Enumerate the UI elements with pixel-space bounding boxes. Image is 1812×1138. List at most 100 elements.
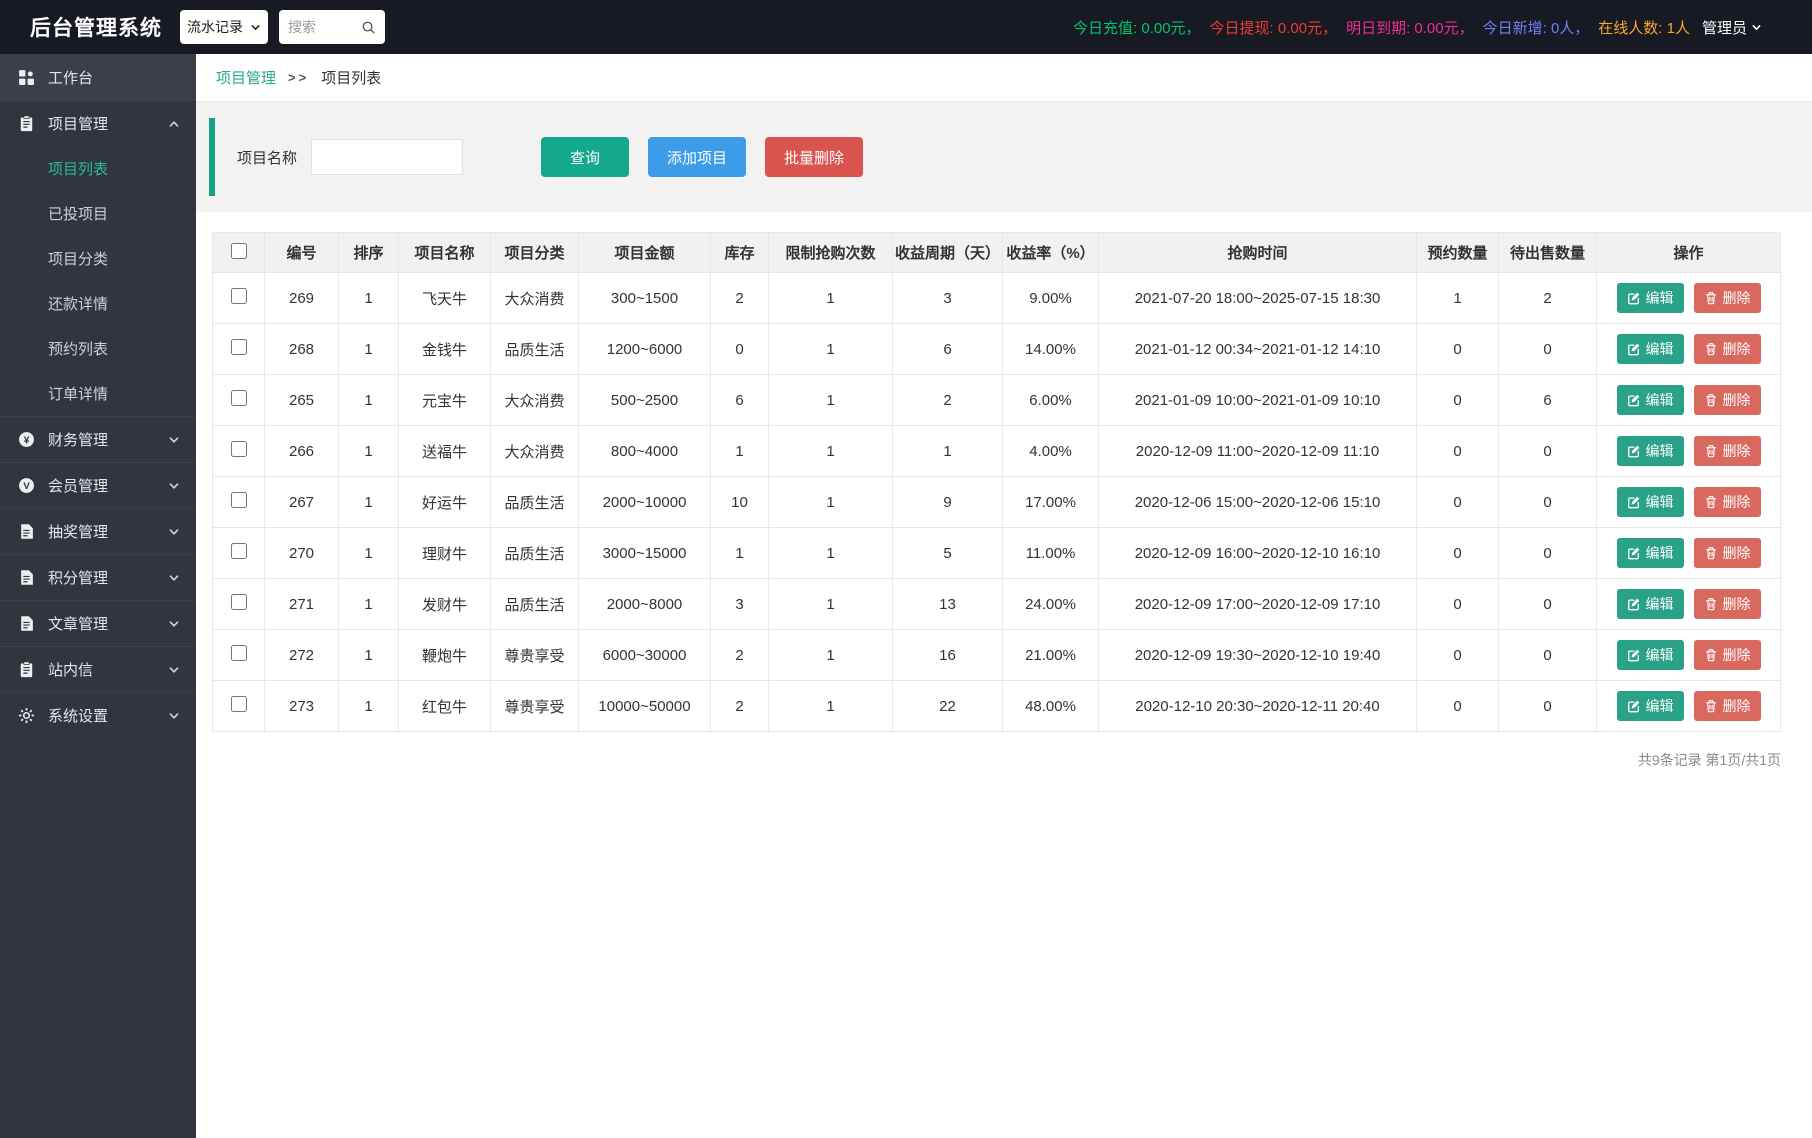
table-row: 2731红包牛尊贵享受10000~50000212248.00%2020-12-…	[213, 681, 1781, 732]
breadcrumb-section[interactable]: 项目管理	[216, 67, 276, 88]
delete-button[interactable]: 删除	[1694, 385, 1761, 415]
cell-actions: 编辑删除	[1597, 477, 1781, 528]
cell-reserved: 0	[1417, 630, 1499, 681]
edit-button[interactable]: 编辑	[1617, 283, 1684, 313]
cell-amount: 3000~15000	[579, 528, 711, 579]
col-header-sort: 排序	[339, 233, 399, 273]
cell-actions: 编辑删除	[1597, 375, 1781, 426]
row-checkbox[interactable]	[231, 645, 247, 661]
sidebar-item-repayment-details[interactable]: 还款详情	[0, 281, 196, 326]
cell-category: 大众消费	[491, 375, 579, 426]
row-checkbox[interactable]	[231, 594, 247, 610]
row-checkbox[interactable]	[231, 441, 247, 457]
sidebar-item-project-management[interactable]: 项目管理	[0, 100, 196, 146]
row-checkbox-cell	[213, 579, 265, 630]
delete-button[interactable]: 删除	[1694, 640, 1761, 670]
edit-button[interactable]: 编辑	[1617, 385, 1684, 415]
cell-category: 品质生活	[491, 579, 579, 630]
sidebar-item-site-message[interactable]: 站内信	[0, 646, 196, 692]
sidebar-item-member-management[interactable]: V会员管理	[0, 462, 196, 508]
cell-stock: 3	[711, 579, 769, 630]
cell-actions: 编辑删除	[1597, 426, 1781, 477]
cell-amount: 300~1500	[579, 273, 711, 324]
cell-pending: 0	[1499, 426, 1597, 477]
edit-button[interactable]: 编辑	[1617, 640, 1684, 670]
delete-button[interactable]: 删除	[1694, 334, 1761, 364]
edit-button[interactable]: 编辑	[1617, 436, 1684, 466]
row-checkbox[interactable]	[231, 543, 247, 559]
edit-icon	[1627, 546, 1641, 560]
edit-button[interactable]: 编辑	[1617, 691, 1684, 721]
v-circle-icon: V	[18, 477, 35, 494]
sidebar-item-order-details[interactable]: 订单详情	[0, 371, 196, 416]
sidebar-item-reservation-list[interactable]: 预约列表	[0, 326, 196, 371]
record-type-select[interactable]: 流水记录	[180, 10, 268, 44]
sidebar-item-label: 还款详情	[48, 293, 108, 314]
project-name-input[interactable]	[311, 139, 463, 175]
sidebar-item-invested-projects[interactable]: 已投项目	[0, 191, 196, 236]
file-icon	[18, 615, 35, 632]
trash-icon	[1704, 699, 1718, 713]
search-input[interactable]	[288, 19, 356, 35]
cell-pending: 0	[1499, 324, 1597, 375]
edit-button[interactable]: 编辑	[1617, 487, 1684, 517]
query-button[interactable]: 查询	[541, 137, 629, 177]
app-title: 后台管理系统	[30, 12, 180, 42]
cell-pending: 6	[1499, 375, 1597, 426]
delete-button[interactable]: 删除	[1694, 538, 1761, 568]
cell-pending: 0	[1499, 579, 1597, 630]
breadcrumb-separator: >>	[288, 70, 309, 85]
add-project-button[interactable]: 添加项目	[648, 137, 746, 177]
edit-button[interactable]: 编辑	[1617, 538, 1684, 568]
edit-button[interactable]: 编辑	[1617, 589, 1684, 619]
delete-button[interactable]: 删除	[1694, 487, 1761, 517]
admin-menu[interactable]: 管理员	[1702, 17, 1762, 38]
sidebar-item-workbench[interactable]: 工作台	[0, 54, 196, 100]
delete-button[interactable]: 删除	[1694, 691, 1761, 721]
delete-button[interactable]: 删除	[1694, 436, 1761, 466]
cell-pending: 0	[1499, 630, 1597, 681]
filter-panel: 项目名称 查询 添加项目 批量删除	[209, 118, 1797, 196]
cell-sort: 1	[339, 375, 399, 426]
row-checkbox-cell	[213, 528, 265, 579]
gear-icon	[18, 707, 35, 724]
cell-rate: 14.00%	[1003, 324, 1099, 375]
cell-category: 尊贵享受	[491, 681, 579, 732]
stat-today-recharge: 今日充值: 0.00元，	[1073, 17, 1201, 38]
edit-button[interactable]: 编辑	[1617, 334, 1684, 364]
search-icon	[361, 20, 376, 35]
cell-amount: 800~4000	[579, 426, 711, 477]
sidebar-item-project-category[interactable]: 项目分类	[0, 236, 196, 281]
cell-actions: 编辑删除	[1597, 273, 1781, 324]
sidebar-item-points-management[interactable]: 积分管理	[0, 554, 196, 600]
cell-rate: 21.00%	[1003, 630, 1099, 681]
row-checkbox[interactable]	[231, 696, 247, 712]
row-checkbox[interactable]	[231, 492, 247, 508]
select-all-checkbox[interactable]	[231, 243, 247, 259]
cell-reserved: 0	[1417, 528, 1499, 579]
cell-limit: 1	[769, 273, 893, 324]
sidebar-item-finance-management[interactable]: ¥财务管理	[0, 416, 196, 462]
batch-delete-button[interactable]: 批量删除	[765, 137, 863, 177]
sidebar-item-label: 项目管理	[48, 113, 108, 134]
sidebar-item-label: 财务管理	[48, 429, 108, 450]
cell-cycle: 5	[893, 528, 1003, 579]
delete-button[interactable]: 删除	[1694, 283, 1761, 313]
sidebar-item-lottery-management[interactable]: 抽奖管理	[0, 508, 196, 554]
cell-name: 鞭炮牛	[399, 630, 491, 681]
col-header-time: 抢购时间	[1099, 233, 1417, 273]
row-checkbox[interactable]	[231, 390, 247, 406]
delete-button[interactable]: 删除	[1694, 589, 1761, 619]
chevron-down-icon	[168, 618, 180, 630]
cell-time: 2021-07-20 18:00~2025-07-15 18:30	[1099, 273, 1417, 324]
sidebar-item-article-management[interactable]: 文章管理	[0, 600, 196, 646]
edit-icon	[1627, 648, 1641, 662]
cell-stock: 2	[711, 681, 769, 732]
row-checkbox[interactable]	[231, 339, 247, 355]
sidebar-item-system-settings[interactable]: 系统设置	[0, 692, 196, 738]
sidebar-item-label: 已投项目	[48, 203, 108, 224]
cell-cycle: 1	[893, 426, 1003, 477]
trash-icon	[1704, 495, 1718, 509]
row-checkbox[interactable]	[231, 288, 247, 304]
sidebar-item-project-list[interactable]: 项目列表	[0, 146, 196, 191]
